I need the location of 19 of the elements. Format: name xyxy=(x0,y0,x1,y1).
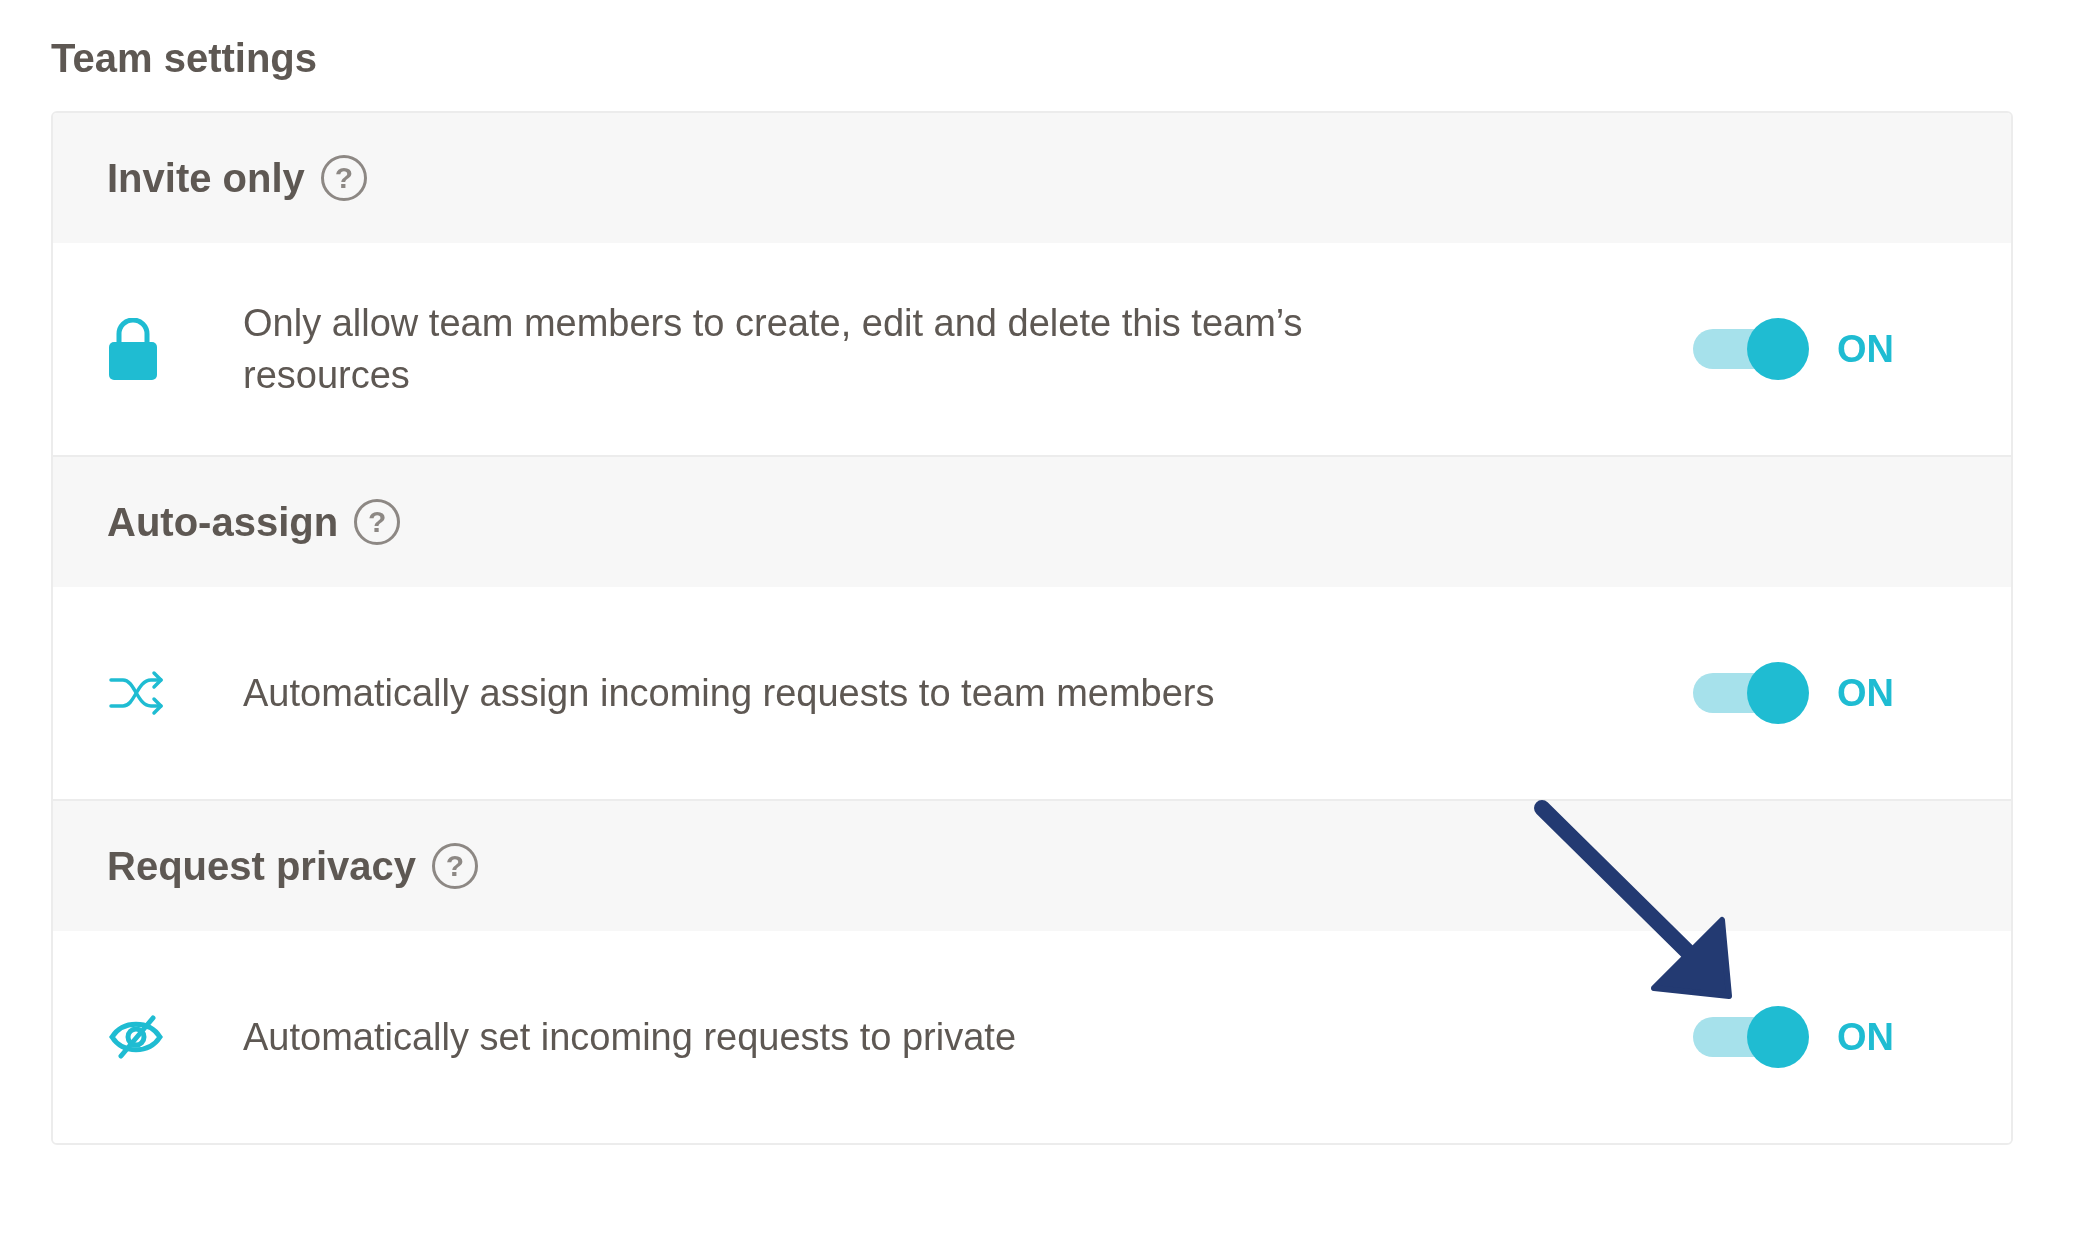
toggle-switch[interactable] xyxy=(1693,1006,1809,1068)
toggle-status: ON xyxy=(1837,671,1895,715)
shuffle-icon xyxy=(109,670,165,716)
toggle-status: ON xyxy=(1837,327,1895,371)
page-title: Team settings xyxy=(51,36,318,81)
help-icon[interactable]: ? xyxy=(320,155,367,201)
help-icon[interactable]: ? xyxy=(432,843,479,889)
section-title: Invite only xyxy=(107,155,305,201)
help-icon[interactable]: ? xyxy=(354,499,401,545)
setting-description: Automatically set incoming requests to private xyxy=(243,1015,1018,1060)
eye-off-icon xyxy=(109,1014,163,1060)
toggle-switch[interactable] xyxy=(1693,318,1809,380)
section-title: Auto-assign xyxy=(107,499,339,545)
section-title: Request privacy xyxy=(107,843,417,889)
lock-icon xyxy=(109,318,157,380)
setting-description: Only allow team members to create, edit and delete this team’s resources xyxy=(243,301,1304,398)
toggle-status: ON xyxy=(1837,1015,1895,1059)
setting-description: Automatically assign incoming requests to team members xyxy=(243,671,1216,716)
toggle-switch[interactable] xyxy=(1693,662,1809,724)
